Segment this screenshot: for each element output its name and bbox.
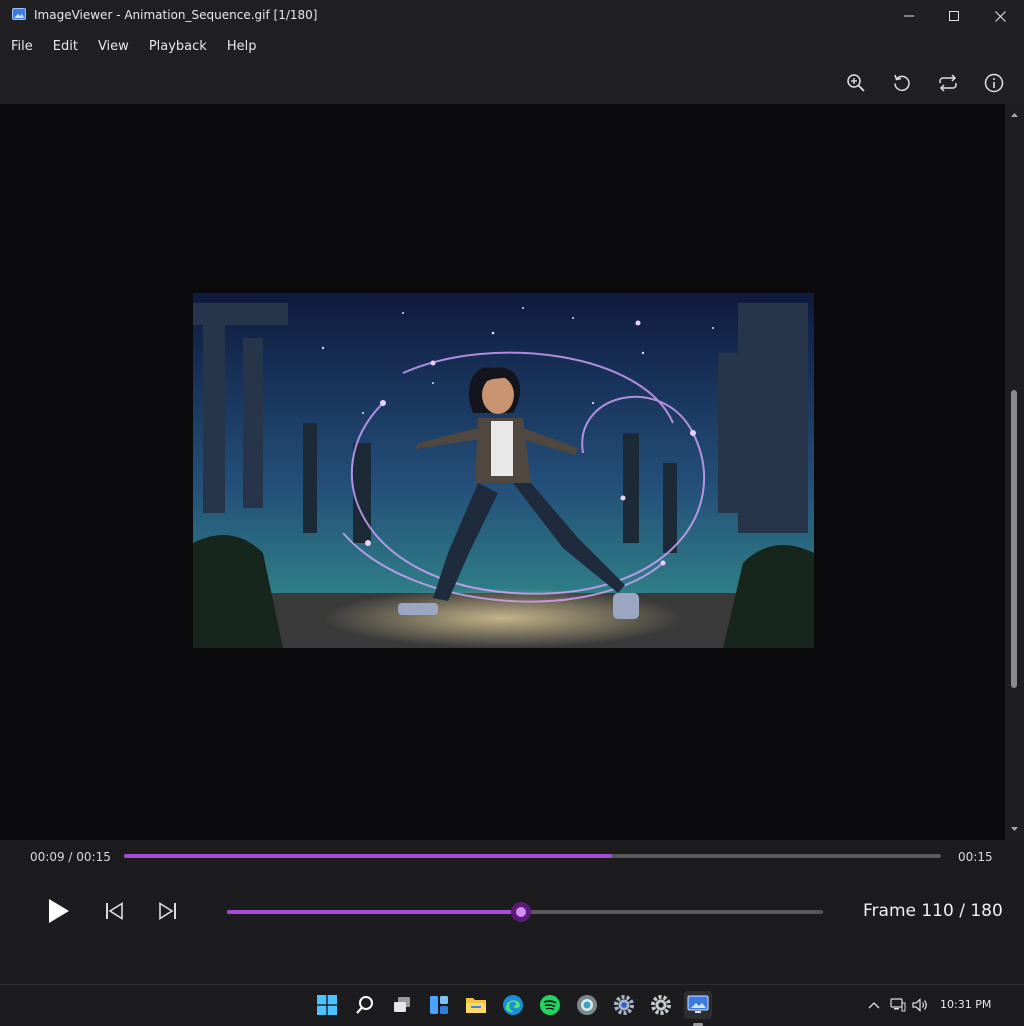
volume-tray-button[interactable]	[910, 993, 930, 1017]
menu-playback[interactable]: Playback	[139, 36, 217, 58]
network-tray-button[interactable]	[888, 993, 908, 1017]
settings-icon	[614, 995, 634, 1015]
vertical-scrollbar[interactable]	[1005, 104, 1024, 840]
maximize-button[interactable]	[931, 0, 977, 32]
playback-controls: 00:09 / 00:15 00:15 Frame 110 / 180	[0, 840, 1024, 984]
image-viewer-icon	[687, 995, 709, 1013]
maximize-icon	[949, 11, 959, 21]
chevron-up-icon	[868, 1002, 880, 1009]
loop-button[interactable]	[935, 70, 961, 96]
edge-button[interactable]	[501, 993, 525, 1017]
scrollbar-thumb[interactable]	[1011, 390, 1017, 688]
frame-slider-knob[interactable]	[510, 902, 531, 922]
title-bar[interactable]: ImageViewer - Animation_Sequence.gif [1/…	[0, 0, 1024, 32]
app-icon	[12, 8, 26, 20]
file-explorer-button[interactable]	[464, 993, 488, 1017]
spotify-icon	[540, 995, 560, 1015]
window-title: ImageViewer - Animation_Sequence.gif [1/…	[34, 8, 318, 22]
time-progress-bar[interactable]	[124, 854, 941, 858]
edge-icon	[503, 995, 523, 1015]
widgets-icon	[430, 996, 448, 1014]
show-hidden-icons-button[interactable]	[866, 993, 882, 1017]
next-frame-icon	[159, 902, 176, 920]
widgets-button[interactable]	[427, 993, 451, 1017]
menu-edit[interactable]: Edit	[43, 36, 88, 58]
animation-frame-image	[193, 293, 814, 648]
menu-bar: File Edit View Playback Help	[0, 36, 266, 58]
next-frame-button[interactable]	[154, 899, 182, 923]
scroll-down-icon[interactable]	[1005, 824, 1024, 836]
task-view-icon	[394, 997, 410, 1012]
play-icon	[49, 899, 69, 923]
image-viewer-window: ImageViewer - Animation_Sequence.gif [1/…	[0, 0, 1024, 984]
info-button[interactable]	[981, 70, 1007, 96]
volume-icon	[912, 998, 927, 1012]
chrome-button[interactable]	[575, 993, 599, 1017]
frame-counter: Frame 110 / 180	[863, 901, 1003, 921]
file-explorer-icon	[466, 998, 486, 1013]
close-icon	[994, 10, 1006, 22]
settings-button[interactable]	[612, 993, 636, 1017]
task-view-button[interactable]	[390, 993, 414, 1017]
settings-gear-icon	[651, 995, 671, 1015]
search-icon	[356, 996, 373, 1014]
zoom-in-icon	[847, 74, 865, 92]
spotify-button[interactable]	[538, 993, 562, 1017]
chrome-icon	[577, 995, 597, 1015]
play-button[interactable]	[40, 896, 78, 926]
menu-view[interactable]: View	[88, 36, 139, 58]
scroll-up-icon[interactable]	[1005, 108, 1024, 120]
start-button[interactable]	[315, 993, 339, 1017]
rotate-icon	[894, 74, 910, 92]
previous-frame-icon	[106, 902, 123, 920]
frame-slider-fill	[227, 910, 521, 914]
rotate-button[interactable]	[889, 70, 915, 96]
minimize-button[interactable]	[886, 0, 932, 32]
taskbar-clock[interactable]: 10:31 PM	[940, 998, 991, 1011]
zoom-in-button[interactable]	[843, 70, 869, 96]
search-button[interactable]	[353, 993, 377, 1017]
taskbar: 10:31 PM	[0, 984, 1024, 1026]
previous-frame-button[interactable]	[100, 899, 128, 923]
settings-gear-button[interactable]	[649, 993, 673, 1017]
menu-help[interactable]: Help	[217, 36, 267, 58]
current-time: 00:09 / 00:15	[30, 850, 111, 864]
image-viewer-taskbar-button[interactable]	[684, 991, 712, 1026]
info-icon	[984, 73, 1004, 93]
time-progress-fill	[124, 854, 612, 858]
loop-icon	[939, 74, 957, 92]
image-viewport[interactable]	[0, 104, 1005, 840]
network-icon	[890, 998, 906, 1012]
end-time: 00:15	[958, 850, 993, 864]
menu-file[interactable]: File	[0, 36, 43, 58]
close-button[interactable]	[977, 0, 1023, 32]
minimize-icon	[904, 15, 914, 17]
start-icon	[317, 995, 337, 1015]
